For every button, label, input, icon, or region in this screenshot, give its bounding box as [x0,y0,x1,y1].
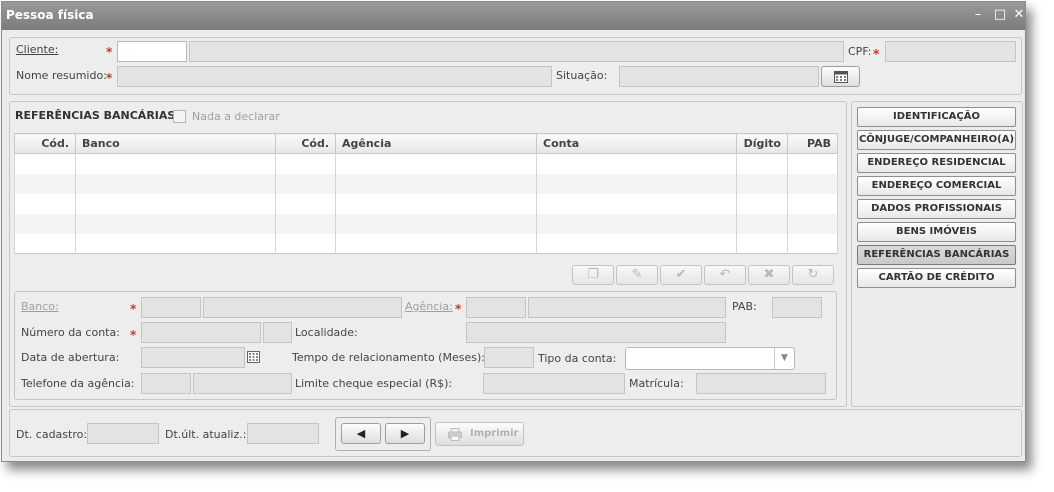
localidade-field[interactable] [466,322,726,343]
column-header-pab[interactable]: PAB [787,133,838,154]
table-header-row: Cód. Banco Cód. Agência Conta Dígito PAB [14,133,838,154]
close-icon[interactable]: ✕ [1010,6,1025,24]
confirm-button[interactable]: ✔ [660,265,702,285]
agencia-name-field[interactable] [528,297,726,318]
cliente-label: Cliente: [16,43,59,56]
chevron-down-icon: ▼ [774,348,794,369]
tipo-conta-select[interactable]: ▼ [625,347,795,370]
dt-atualiz-label: Dt.últ. atualiz.: [165,428,247,441]
nav-conjuge[interactable]: CÔNJUGE/COMPANHEIRO(A) [857,130,1016,150]
undo-button[interactable]: ↶ [704,265,746,285]
nav-dados-profissionais[interactable]: DADOS PROFISSIONAIS [857,199,1016,219]
table-row[interactable] [14,173,838,194]
banco-code-field[interactable] [141,297,201,318]
table-row[interactable] [14,233,838,254]
agencia-label: Agência: [405,300,453,313]
nada-declarar-checkbox[interactable] [173,110,186,123]
limite-cheque-field[interactable] [483,373,625,394]
minimize-icon[interactable]: – [969,6,987,24]
tempo-relacionamento-field[interactable] [484,347,534,368]
nav-referencias-bancarias[interactable]: REFERÊNCIAS BANCÁRIAS [857,245,1016,265]
telefone-agencia-label: Telefone da agência: [21,377,135,390]
nav-endereco-comercial[interactable]: ENDEREÇO COMERCIAL [857,176,1016,196]
tipo-conta-label: Tipo da conta: [538,352,617,365]
required-mark: * [873,47,880,61]
calendar-icon[interactable] [247,351,260,366]
dt-atualiz-field[interactable] [247,423,319,444]
pab-field[interactable] [772,297,822,318]
window-title: Pessoa física [6,8,94,22]
banco-label: Banco: [21,300,59,313]
cliente-code-field[interactable] [117,41,187,62]
table-row[interactable] [14,153,838,174]
dt-cadastro-field[interactable] [87,423,159,444]
dt-cadastro-label: Dt. cadastro: [16,428,88,441]
refresh-button[interactable]: ↻ [792,265,834,285]
imprimir-label: Imprimir [470,428,519,439]
cpf-label: CPF: [848,45,872,58]
nada-declarar-label: Nada a declarar [192,110,280,123]
data-abertura-field[interactable] [141,347,245,368]
maximize-icon[interactable]: □ [991,6,1009,24]
column-header-digito[interactable]: Dígito [736,133,788,154]
nav-bens-imoveis[interactable]: BENS IMÓVEIS [857,222,1016,242]
banco-name-field[interactable] [203,297,402,318]
tempo-relacionamento-label: Tempo de relacionamento (Meses): [292,351,485,364]
delete-button[interactable]: ✖ [748,265,790,285]
required-mark: * [130,328,137,342]
nome-resumido-field[interactable] [117,66,552,87]
matricula-field[interactable] [696,373,826,394]
previous-record-button[interactable]: ◀ [341,423,381,444]
situacao-label: Situação: [556,69,608,82]
next-record-button[interactable]: ▶ [385,423,425,444]
nav-cartao-credito[interactable]: CARTÃO DE CRÉDITO [857,268,1016,288]
pab-label: PAB: [732,300,757,313]
referencias-table: Cód. Banco Cód. Agência Conta Dígito PAB [14,133,838,254]
calendar-icon [833,71,848,83]
table-row[interactable] [14,193,838,214]
column-header-banco[interactable]: Banco [75,133,276,154]
matricula-label: Matrícula: [629,377,684,390]
column-header-cod-agencia[interactable]: Cód. [275,133,336,154]
nav-endereco-residencial[interactable]: ENDEREÇO RESIDENCIAL [857,153,1016,173]
numero-conta-field[interactable] [141,322,261,343]
required-mark: * [106,45,113,59]
telefone-numero-field[interactable] [193,373,292,394]
situacao-field[interactable] [619,66,819,87]
column-header-cod-banco[interactable]: Cód. [14,133,76,154]
title-bar: Pessoa física – □ ✕ [2,2,1025,30]
pessoa-fisica-window: Pessoa física – □ ✕ Cliente: * CPF: * No… [1,1,1026,462]
situacao-calendar-button[interactable] [821,66,860,87]
localidade-label: Localidade: [295,326,358,339]
column-header-conta[interactable]: Conta [536,133,737,154]
limite-cheque-label: Limite cheque especial (R$): [295,377,453,390]
agencia-code-field[interactable] [466,297,526,318]
new-record-button[interactable]: ❐ [572,265,614,285]
nav-identificacao[interactable]: IDENTIFICAÇÃO [857,107,1016,127]
digito-field[interactable] [263,322,292,343]
required-mark: * [455,302,462,316]
numero-conta-label: Número da conta: [21,326,120,339]
data-abertura-label: Data de abertura: [21,351,120,364]
table-row[interactable] [14,213,838,234]
required-mark: * [130,302,137,316]
cpf-field[interactable] [885,41,1016,62]
printer-icon [448,428,462,441]
imprimir-button[interactable]: Imprimir [435,422,524,446]
telefone-ddd-field[interactable] [141,373,191,394]
cliente-name-field[interactable] [189,41,844,62]
column-header-agencia[interactable]: Agência [335,133,537,154]
edit-button[interactable]: ✎ [616,265,658,285]
referencias-title: REFERÊNCIAS BANCÁRIAS [15,109,176,122]
nome-resumido-label: Nome resumido: [16,69,107,82]
required-mark: * [106,71,113,85]
